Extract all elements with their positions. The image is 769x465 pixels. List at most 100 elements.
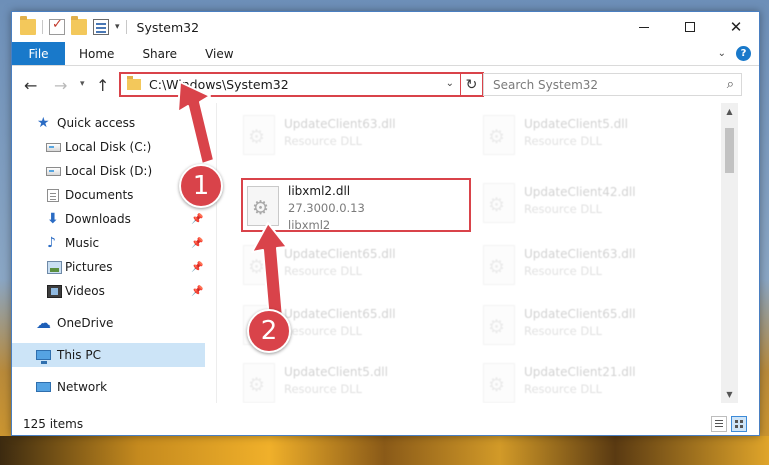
pin-icon[interactable]: 📌 <box>191 286 203 297</box>
dll-file-icon <box>243 305 275 345</box>
address-dropdown-icon[interactable]: ⌄ <box>446 78 454 89</box>
maximize-button[interactable] <box>667 12 713 42</box>
sidebar-item-documents[interactable]: Documents <box>12 183 208 207</box>
sidebar-item-pictures[interactable]: Pictures 📌 <box>12 255 208 279</box>
dll-file-icon <box>483 183 515 223</box>
ribbon-tabs: File Home Share View ⌄ ? <box>12 42 759 66</box>
file-tile[interactable]: UpdateClient65.dll Resource DLL <box>479 299 709 353</box>
folder-icon[interactable] <box>20 16 36 35</box>
back-button[interactable]: ← <box>24 76 37 95</box>
new-folder-icon[interactable] <box>71 16 87 35</box>
customize-toolbar-caret-icon[interactable]: ▾ <box>115 22 120 32</box>
file-name: libxml2.dll <box>288 184 351 198</box>
file-tile[interactable]: UpdateClient65.dll Resource DLL <box>239 299 469 353</box>
sidebar-item-quick-access[interactable]: ★ Quick access <box>12 111 208 135</box>
vertical-scrollbar[interactable]: ▲ ▼ <box>721 103 738 403</box>
file-tile[interactable]: UpdateClient63.dll Resource DLL <box>479 239 709 293</box>
recent-locations-caret-icon[interactable]: ▾ <box>80 79 85 89</box>
sidebar-item-label: Music <box>65 236 100 250</box>
tab-view[interactable]: View <box>191 42 247 65</box>
search-icon[interactable]: ⌕ <box>727 77 734 92</box>
file-description: libxml2 <box>288 218 331 232</box>
toolbar-divider <box>125 20 127 34</box>
file-tile[interactable]: UpdateClient63.dll Resource DLL <box>239 109 469 163</box>
file-name: UpdateClient65.dll <box>284 247 396 261</box>
file-tile[interactable]: UpdateClient65.dll Resource DLL <box>239 239 469 293</box>
up-button[interactable]: ↑ <box>96 76 109 95</box>
file-tile-libxml2[interactable]: libxml2.dll 27.3000.0.13 libxml2 <box>241 178 471 232</box>
pin-icon[interactable]: 📌 <box>191 262 203 273</box>
file-tile[interactable]: UpdateClient5.dll Resource DLL <box>479 109 709 163</box>
file-type: Resource DLL <box>284 134 363 148</box>
documents-icon <box>47 188 59 202</box>
forward-button[interactable]: → <box>54 76 67 95</box>
dll-file-icon <box>483 363 515 403</box>
sidebar-item-label: Pictures <box>65 260 113 274</box>
sidebar-item-label: OneDrive <box>57 316 114 330</box>
sidebar-item-local-disk-d[interactable]: Local Disk (D:) <box>12 159 208 183</box>
sidebar-item-music[interactable]: ♪ Music 📌 <box>12 231 208 255</box>
file-type: Resource DLL <box>284 264 363 278</box>
minimize-button[interactable] <box>621 12 667 42</box>
sidebar-item-this-pc[interactable]: This PC <box>12 343 205 367</box>
sidebar-item-local-disk-c[interactable]: Local Disk (C:) <box>12 135 208 159</box>
this-pc-icon <box>36 350 51 364</box>
sidebar-item-label: This PC <box>57 348 101 362</box>
search-input[interactable] <box>484 77 741 92</box>
file-tile[interactable]: UpdateClient42.dll Resource DLL <box>479 177 709 231</box>
details-view-button[interactable] <box>711 416 727 432</box>
address-bar[interactable]: C:\Windows\System32 ⌄ ↻ <box>119 72 484 97</box>
disk-icon <box>46 167 61 176</box>
sidebar-item-onedrive[interactable]: ☁ OneDrive <box>12 311 208 335</box>
expand-ribbon-chevron-icon[interactable]: ⌄ <box>718 48 726 59</box>
sidebar-item-label: Local Disk (C:) <box>65 140 152 154</box>
scroll-up-arrow-icon[interactable]: ▲ <box>721 103 738 120</box>
file-type: Resource DLL <box>284 324 363 338</box>
title-bar: ▾ System32 ✕ <box>12 12 759 42</box>
sidebar-item-videos[interactable]: Videos 📌 <box>12 279 208 303</box>
properties-icon[interactable] <box>93 19 109 35</box>
file-type: Resource DLL <box>524 324 603 338</box>
sidebar-item-label: Documents <box>65 188 134 202</box>
dll-file-icon <box>243 363 275 403</box>
navigation-pane: ★ Quick access Local Disk (C:) Local Dis… <box>12 103 208 403</box>
file-name: UpdateClient65.dll <box>524 307 636 321</box>
pictures-icon <box>47 260 62 274</box>
tab-share[interactable]: Share <box>128 42 191 65</box>
sidebar-item-label: Network <box>57 380 108 394</box>
close-button[interactable]: ✕ <box>713 12 759 42</box>
pin-icon[interactable]: 📌 <box>191 238 203 249</box>
sidebar-item-label: Videos <box>65 284 105 298</box>
sidebar-item-downloads[interactable]: ⬇ Downloads 📌 <box>12 207 208 231</box>
file-name: UpdateClient65.dll <box>284 307 396 321</box>
desktop-background <box>0 436 769 465</box>
tiles-view-button[interactable] <box>731 416 747 432</box>
checkmark-icon[interactable] <box>49 17 65 35</box>
refresh-button[interactable]: ↻ <box>460 74 482 95</box>
videos-icon <box>47 284 62 298</box>
file-explorer-window: ▾ System32 ✕ File Home Share View ⌄ ? ← … <box>11 11 760 436</box>
sidebar-item-network[interactable]: Network <box>12 375 208 399</box>
file-version: 27.3000.0.13 <box>288 201 365 215</box>
address-path[interactable]: C:\Windows\System32 <box>149 77 289 92</box>
navigation-bar: ← → ▾ ↑ C:\Windows\System32 ⌄ ↻ ⌕ <box>12 67 759 103</box>
file-name: UpdateClient5.dll <box>284 365 388 379</box>
scrollbar-thumb[interactable] <box>725 128 734 173</box>
scroll-down-arrow-icon[interactable]: ▼ <box>721 386 738 403</box>
file-type: Resource DLL <box>284 382 363 396</box>
file-name: UpdateClient5.dll <box>524 117 628 131</box>
help-icon[interactable]: ? <box>736 46 751 61</box>
search-box[interactable]: ⌕ <box>483 73 742 96</box>
tab-home[interactable]: Home <box>65 42 128 65</box>
file-tile[interactable]: UpdateClient5.dll Resource DLL <box>239 357 469 403</box>
status-bar: 125 items <box>12 412 759 435</box>
refresh-icon: ↻ <box>465 76 478 93</box>
sidebar-item-label: Quick access <box>57 116 136 130</box>
tab-file[interactable]: File <box>12 42 65 65</box>
pin-icon[interactable]: 📌 <box>191 214 203 225</box>
close-icon: ✕ <box>729 18 743 36</box>
file-tile[interactable]: UpdateClient21.dll Resource DLL <box>479 357 709 403</box>
file-name: UpdateClient42.dll <box>524 185 636 199</box>
file-type: Resource DLL <box>524 382 603 396</box>
folder-icon <box>127 76 141 90</box>
